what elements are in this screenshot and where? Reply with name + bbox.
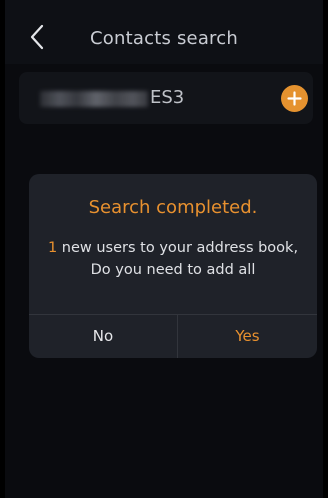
contact-name-suffix: ES3 bbox=[150, 87, 185, 108]
search-completed-dialog: Search completed. 1 new users to your ad… bbox=[29, 174, 317, 358]
add-contact-button[interactable] bbox=[281, 85, 308, 112]
contacts-search-screen: Contacts search ES3 Search completed. 1 … bbox=[5, 0, 323, 498]
dialog-message-text: new users to your address book, bbox=[57, 240, 299, 256]
dialog-title: Search completed. bbox=[88, 197, 258, 218]
page-title: Contacts search bbox=[90, 28, 238, 49]
header-bar: Contacts search bbox=[5, 0, 323, 64]
masked-contact-name bbox=[40, 91, 148, 107]
new-user-count: 1 bbox=[47, 240, 58, 256]
plus-icon bbox=[287, 91, 302, 106]
dialog-message-line1: 1 new users to your address book, bbox=[29, 240, 317, 256]
dialog-message-line2: Do you need to add all bbox=[90, 262, 256, 278]
contact-row[interactable]: ES3 bbox=[19, 72, 313, 124]
yes-button[interactable]: Yes bbox=[178, 315, 317, 358]
no-button[interactable]: No bbox=[29, 315, 177, 358]
